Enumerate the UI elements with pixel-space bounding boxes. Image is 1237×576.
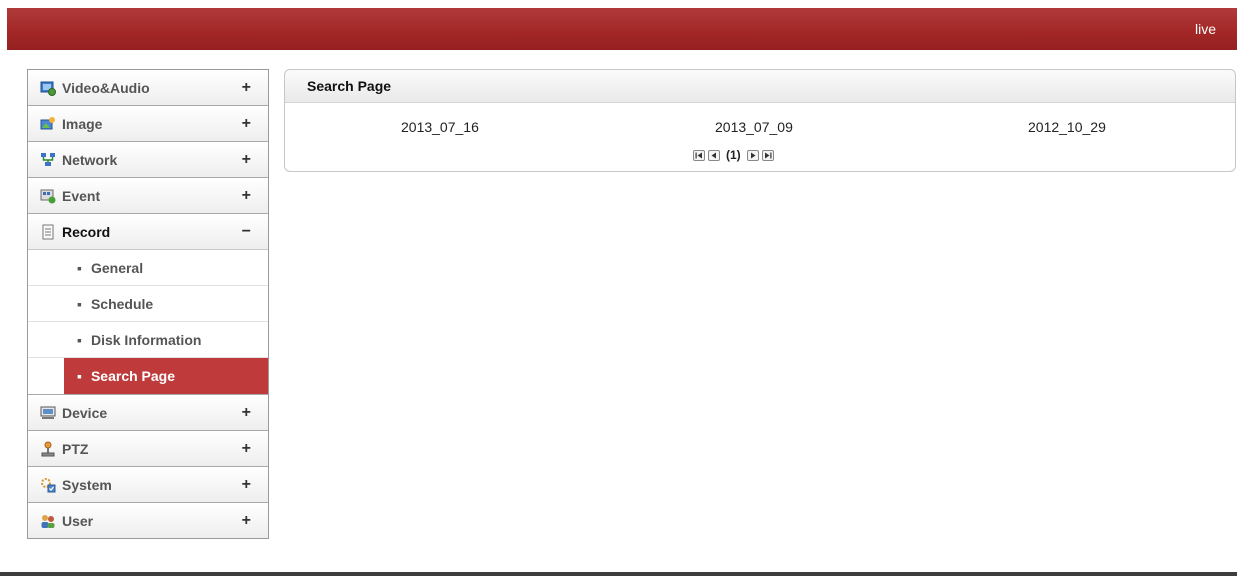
expand-icon: +	[241, 115, 251, 132]
submenu-item-label: General	[90, 259, 144, 276]
expand-icon: +	[241, 476, 251, 493]
live-link[interactable]: live	[1195, 21, 1216, 37]
sidebar-item-system[interactable]: System +	[28, 466, 268, 502]
date-link[interactable]: 2012_10_29	[1028, 119, 1106, 135]
bullet-icon: ▪	[77, 295, 82, 312]
search-page-panel: Search Page 2013_07_16 2013_07_09 2012_1…	[284, 69, 1236, 172]
sidebar-item-device[interactable]: Device +	[28, 394, 268, 430]
date-link[interactable]: 2013_07_16	[401, 119, 479, 135]
device-icon	[40, 406, 56, 419]
bullet-icon: ▪	[77, 331, 82, 348]
sidebar-item-label: Record	[62, 223, 111, 240]
sidebar-item-video-audio[interactable]: Video&Audio +	[28, 69, 268, 105]
sidebar-item-label: User	[62, 512, 94, 529]
bottom-bar	[0, 572, 1237, 576]
last-page-icon	[764, 152, 772, 158]
expand-icon: +	[241, 404, 251, 421]
previous-page-icon	[711, 152, 716, 158]
submenu-item-search-page[interactable]: ▪ Search Page	[64, 358, 268, 394]
sidebar-item-ptz[interactable]: PTZ +	[28, 430, 268, 466]
expand-icon: +	[241, 187, 251, 204]
submenu-item-label: Disk Information	[90, 331, 202, 348]
collapse-icon: −	[241, 223, 251, 240]
submenu-item-label: Schedule	[90, 295, 154, 312]
expand-icon: +	[241, 440, 251, 457]
date-link[interactable]: 2013_07_09	[715, 119, 793, 135]
sidebar-item-label: Device	[62, 404, 108, 421]
previous-page-button[interactable]	[708, 149, 720, 161]
first-page-button[interactable]	[693, 149, 705, 161]
network-icon	[41, 152, 55, 166]
record-submenu: ▪ General ▪ Schedule ▪ Disk Information …	[28, 249, 268, 394]
event-icon	[40, 189, 56, 203]
submenu-item-label: Search Page	[90, 367, 176, 384]
sidebar-item-label: PTZ	[62, 440, 89, 457]
bullet-icon: ▪	[77, 367, 82, 384]
submenu-item-general[interactable]: ▪ General	[28, 250, 268, 286]
next-page-button[interactable]	[746, 149, 759, 161]
record-icon	[42, 224, 54, 239]
submenu-item-schedule[interactable]: ▪ Schedule	[28, 286, 268, 322]
sidebar-item-label: System	[62, 476, 112, 493]
sidebar-menu: Video&Audio + Image + Network + Event +	[27, 69, 269, 539]
submenu-item-disk-information[interactable]: ▪ Disk Information	[28, 322, 268, 358]
sidebar-item-label: Event	[62, 187, 101, 204]
sidebar-item-network[interactable]: Network +	[28, 141, 268, 177]
first-page-icon	[695, 152, 702, 158]
sidebar-item-event[interactable]: Event +	[28, 177, 268, 213]
system-icon	[41, 477, 56, 492]
expand-icon: +	[241, 512, 251, 529]
sidebar-item-label: Network	[62, 151, 118, 168]
video-audio-icon	[40, 81, 56, 96]
user-icon	[41, 514, 55, 528]
panel-header: Search Page	[285, 70, 1235, 103]
ptz-icon	[41, 441, 55, 456]
pagination: (1)	[693, 148, 774, 162]
last-page-button[interactable]	[761, 149, 774, 161]
sidebar-item-user[interactable]: User +	[28, 502, 268, 538]
expand-icon: +	[241, 79, 251, 96]
page-indicator: (1)	[726, 148, 741, 162]
next-page-icon	[750, 152, 756, 158]
image-icon	[40, 116, 55, 129]
expand-icon: +	[241, 151, 251, 168]
top-bar: live	[7, 8, 1237, 50]
sidebar-item-image[interactable]: Image +	[28, 105, 268, 141]
panel-title: Search Page	[307, 78, 392, 94]
bullet-icon: ▪	[77, 259, 82, 276]
sidebar-item-record[interactable]: Record −	[28, 213, 268, 249]
sidebar-item-label: Video&Audio	[62, 79, 150, 96]
sidebar-item-label: Image	[62, 115, 103, 132]
